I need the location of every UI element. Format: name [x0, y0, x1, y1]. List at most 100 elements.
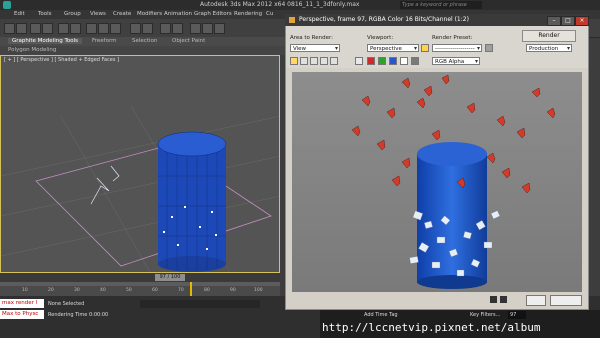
tab-object-paint[interactable]: Object Paint [172, 38, 205, 44]
frame-nav-field[interactable] [550, 295, 582, 306]
menu-animation[interactable]: Animation [164, 11, 192, 17]
search-input[interactable]: Type a keyword or phrase [400, 1, 482, 9]
angle-snap-icon[interactable] [142, 23, 153, 34]
polygon-modeling-label[interactable]: Polygon Modeling [8, 47, 56, 53]
viewport-grid [1, 105, 279, 272]
render-setup-icon[interactable] [202, 23, 213, 34]
clone-window-icon[interactable] [310, 57, 318, 65]
url-watermark: http://lccnetvip.pixnet.net/album [322, 321, 541, 334]
clear-icon[interactable] [330, 57, 338, 65]
render-time-status: Rendering Time 0:00:00 [48, 312, 109, 318]
title-bar: Autodesk 3ds Max 2012 x64 0816_11_1_3dfo… [0, 0, 600, 10]
coordinate-fields[interactable] [140, 300, 260, 308]
app-logo-icon[interactable] [3, 1, 11, 9]
maxscript-listener-1[interactable]: max render l [0, 299, 44, 308]
snap-icon[interactable] [130, 23, 141, 34]
render-preset-label: Render Preset: [432, 35, 473, 41]
display-alpha-icon[interactable] [355, 57, 363, 65]
area-to-render-dropdown[interactable]: View [290, 44, 340, 53]
viewport-dropdown[interactable]: Perspective [367, 44, 419, 53]
material-editor-icon[interactable] [190, 23, 201, 34]
ribbon-panel: Polygon Modeling [0, 46, 285, 55]
menu-tools[interactable]: Tools [38, 11, 52, 17]
spline-path [90, 177, 110, 205]
add-time-tag[interactable]: Add Time Tag [364, 312, 398, 318]
tick-label: 40 [100, 288, 106, 293]
rotate-icon[interactable] [98, 23, 109, 34]
render-preset-dropdown[interactable]: -------------------- [432, 44, 482, 53]
align-icon[interactable] [172, 23, 183, 34]
close-button[interactable]: × [575, 16, 589, 26]
scale-icon[interactable] [110, 23, 121, 34]
perspective-viewport[interactable]: [ + ] [ Perspective ] [ Shaded + Edged F… [0, 55, 280, 273]
menu-modifiers[interactable]: Modifiers [137, 11, 162, 17]
tick-label: 10 [22, 288, 28, 293]
select-by-name-icon[interactable] [70, 23, 81, 34]
menu-graph-editors[interactable]: Graph Editors [194, 11, 232, 17]
menu-rendering[interactable]: Rendering [234, 11, 262, 17]
menu-create[interactable]: Create [113, 11, 131, 17]
rendered-frame-titlebar: Perspective, frame 97, RGBA Color 16 Bit… [285, 14, 589, 26]
zoom-field[interactable] [526, 295, 546, 306]
save-image-icon[interactable] [290, 57, 298, 65]
maximize-button[interactable]: □ [561, 16, 575, 26]
move-icon[interactable] [86, 23, 97, 34]
menu-views[interactable]: Views [90, 11, 106, 17]
rendered-image [292, 72, 582, 292]
tick-label: 50 [126, 288, 132, 293]
render-setup-icon[interactable] [485, 44, 493, 52]
tick-label: 90 [230, 288, 236, 293]
key-filters-button[interactable]: Key Filters... [470, 312, 500, 318]
tick-label: 70 [178, 288, 184, 293]
prev-frame-icon[interactable] [490, 296, 497, 303]
tab-freeform[interactable]: Freeform [92, 38, 117, 44]
render-icon[interactable] [214, 23, 225, 34]
tick-label: 100 [254, 288, 263, 293]
alpha-channel-icon[interactable] [400, 57, 408, 65]
track-ruler [0, 282, 280, 286]
production-dropdown[interactable]: Production [526, 44, 572, 53]
render-window-icon [289, 17, 295, 23]
undo-icon[interactable] [4, 23, 15, 34]
frame-number-field[interactable]: 97 [508, 311, 526, 319]
tab-graphite-modeling[interactable]: Graphite Modeling Tools [8, 38, 83, 44]
channel-dropdown[interactable]: RGB Alpha [432, 57, 480, 66]
redo-icon[interactable] [16, 23, 27, 34]
menu-customize[interactable]: Cu [266, 11, 273, 17]
track-bar[interactable] [0, 282, 280, 296]
blue-channel-icon[interactable] [389, 57, 397, 65]
maxscript-listener-2[interactable]: Max to Physc [0, 310, 44, 319]
selection-status: None Selected [48, 301, 85, 307]
render-window-bottom-bar [286, 292, 588, 309]
viewport-scene [1, 105, 279, 272]
menu-group[interactable]: Group [64, 11, 81, 17]
link-icon[interactable] [30, 23, 41, 34]
render-scene [292, 72, 582, 292]
print-image-icon[interactable] [320, 57, 328, 65]
minimize-button[interactable]: – [547, 16, 561, 26]
unlink-icon[interactable] [42, 23, 53, 34]
select-icon[interactable] [58, 23, 69, 34]
tick-label: 80 [204, 288, 210, 293]
render-button[interactable]: Render [522, 30, 576, 42]
green-channel-icon[interactable] [378, 57, 386, 65]
next-frame-icon[interactable] [500, 296, 507, 303]
copy-image-icon[interactable] [300, 57, 308, 65]
red-channel-icon[interactable] [367, 57, 375, 65]
viewport-label-text: Viewport: [367, 35, 394, 41]
monochrome-icon[interactable] [411, 57, 419, 65]
tick-label: 60 [152, 288, 158, 293]
mirror-icon[interactable] [160, 23, 171, 34]
current-frame-marker [190, 282, 192, 296]
area-to-render-label: Area to Render: [290, 35, 334, 41]
tick-label: 30 [74, 288, 80, 293]
tab-selection[interactable]: Selection [132, 38, 157, 44]
time-slider[interactable] [0, 273, 280, 282]
lock-viewport-icon[interactable] [421, 44, 429, 52]
window-title: Autodesk 3ds Max 2012 x64 0816_11_1_3dfo… [200, 1, 360, 8]
tick-label: 20 [48, 288, 54, 293]
plane-outline [35, 145, 272, 267]
time-slider-knob[interactable]: 97 / 100 [155, 274, 185, 281]
cylinder-object [157, 131, 227, 272]
menu-edit[interactable]: Edit [14, 11, 25, 17]
